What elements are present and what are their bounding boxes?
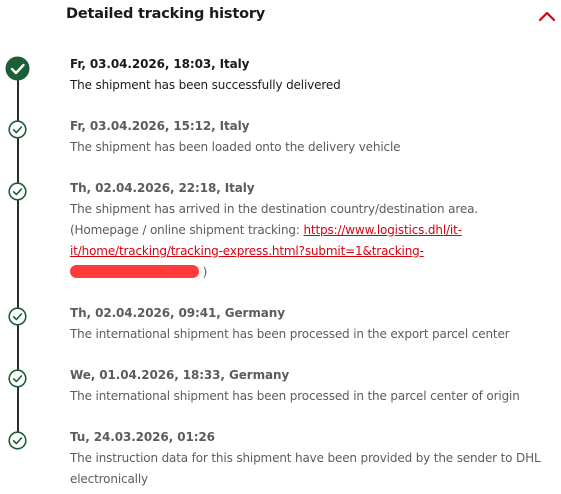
event-description-continued: electronically — [70, 472, 148, 486]
redacted-tracking-number — [70, 265, 199, 278]
event-description: The shipment has been successfully deliv… — [70, 78, 341, 92]
check-outline-icon — [8, 182, 27, 201]
event-description-block: The shipment has arrived in the destinat… — [70, 199, 550, 283]
note-suffix: ) — [202, 265, 208, 279]
event-date: Th, 02.04.2026, 09:41, Germany — [70, 306, 285, 320]
check-outline-icon — [8, 120, 27, 139]
check-outline-icon — [8, 369, 27, 388]
check-outline-icon — [8, 431, 27, 450]
event-note-continued: it/home/tracking/tracking-express.html?s… — [70, 241, 550, 262]
tracking-link[interactable]: https://www.logistics.dhl/it- — [303, 223, 462, 237]
event-description: The international shipment has been proc… — [70, 327, 510, 341]
tracking-link-continued[interactable]: it/home/tracking/tracking-express.html?s… — [70, 244, 424, 258]
tracking-history-header[interactable]: Detailed tracking history — [0, 0, 561, 36]
check-outline-icon — [8, 307, 27, 326]
event-description: The international shipment has been proc… — [70, 389, 520, 403]
chevron-up-icon[interactable] — [538, 9, 556, 23]
check-filled-icon — [5, 56, 30, 81]
event-description: The shipment has been loaded onto the de… — [70, 140, 401, 154]
event-date: Th, 02.04.2026, 22:18, Italy — [70, 181, 255, 195]
note-prefix: (Homepage / online shipment tracking: — [70, 223, 304, 237]
event-description: The shipment has arrived in the destinat… — [70, 202, 478, 216]
event-date: Fr, 03.04.2026, 15:12, Italy — [70, 119, 250, 133]
event-note: (Homepage / online shipment tracking: ht… — [70, 220, 550, 241]
event-date: Fr, 03.04.2026, 18:03, Italy — [70, 57, 250, 71]
event-note-end: ) — [70, 262, 550, 283]
event-date: Tu, 24.03.2026, 01:26 — [70, 430, 215, 444]
tracking-history-title: Detailed tracking history — [66, 6, 266, 22]
event-description-block: The instruction data for this shipment h… — [70, 448, 550, 490]
event-description: The instruction data for this shipment h… — [70, 451, 541, 465]
event-date: We, 01.04.2026, 18:33, Germany — [70, 368, 290, 382]
